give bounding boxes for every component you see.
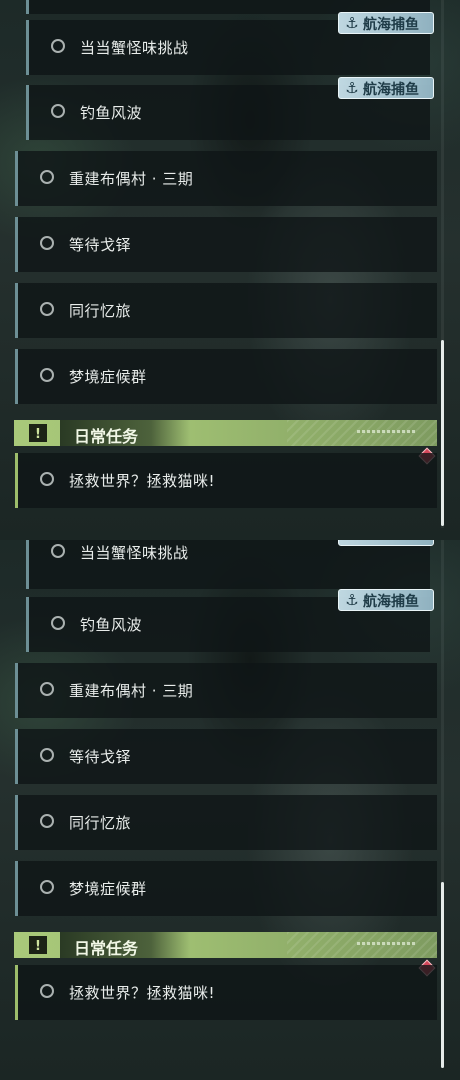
scrollbar-thumb[interactable] xyxy=(441,340,444,526)
quest-status-circle-icon xyxy=(40,984,54,998)
quest-status-circle-icon xyxy=(51,616,65,630)
quest-status-circle-icon xyxy=(40,682,54,696)
quest-item[interactable]: 等待戈铎 xyxy=(15,729,437,784)
quest-tag-badge: ⚓ 航海捕鱼 xyxy=(338,589,434,611)
quest-item[interactable]: 同行忆旅 xyxy=(15,795,437,850)
quest-status-circle-icon xyxy=(51,39,65,53)
quest-label: 同行忆旅 xyxy=(69,302,132,320)
quest-item[interactable]: 拯救世界？拯救猫咪! xyxy=(15,453,437,508)
quest-status-circle-icon xyxy=(40,880,54,894)
quest-label: 钓鱼风波 xyxy=(80,616,143,634)
header-stripe-decoration xyxy=(287,420,437,446)
quest-item[interactable]: 当当蟹怪味挑战 xyxy=(26,540,430,589)
quest-status-circle-icon xyxy=(51,544,65,558)
fishing-hook-icon: ⚓ xyxy=(345,79,359,97)
header-fine-print-decoration xyxy=(357,942,415,945)
quest-label: 当当蟹怪味挑战 xyxy=(80,544,189,562)
quest-item[interactable]: 梦境症候群 xyxy=(15,349,437,404)
quest-item[interactable]: 同行忆旅 xyxy=(15,283,437,338)
exclamation-icon: ! xyxy=(29,424,47,442)
quest-label: 钓鱼风波 xyxy=(80,104,143,122)
quest-status-circle-icon xyxy=(51,104,65,118)
daily-quest-section-header[interactable]: ! 日常任务 xyxy=(14,420,437,446)
quest-list-panel-bottom: 当当蟹怪味挑战 钓鱼风波 ⚓ 航海捕鱼 重建布偶村 · 三期 等待戈铎 同行忆旅… xyxy=(0,540,460,1080)
header-stripe-decoration xyxy=(287,932,437,958)
fishing-hook-icon: ⚓ xyxy=(345,14,359,32)
quest-label: 等待戈铎 xyxy=(69,236,132,254)
quest-label: 重建布偶村 · 三期 xyxy=(69,170,194,188)
quest-label: 梦境症候群 xyxy=(69,368,147,386)
quest-tag-label: 航海捕鱼 xyxy=(363,17,419,33)
quest-label: 同行忆旅 xyxy=(69,814,132,832)
quest-status-circle-icon xyxy=(40,170,54,184)
fishing-hook-icon: ⚓ xyxy=(345,591,359,609)
quest-tag-badge: ⚓ 航海捕鱼 xyxy=(338,77,434,99)
quest-label: 当当蟹怪味挑战 xyxy=(80,39,189,57)
quest-tag-label: 航海捕鱼 xyxy=(363,594,419,610)
quest-label: 梦境症候群 xyxy=(69,880,147,898)
quest-tag-label: 航海捕鱼 xyxy=(363,82,419,98)
quest-item[interactable]: 梦境症候群 xyxy=(15,861,437,916)
quest-label: 等待戈铎 xyxy=(69,748,132,766)
quest-item[interactable]: 重建布偶村 · 三期 xyxy=(15,151,437,206)
quest-status-circle-icon xyxy=(40,814,54,828)
section-title: 日常任务 xyxy=(74,427,139,446)
quest-status-circle-icon xyxy=(40,472,54,486)
header-fine-print-decoration xyxy=(357,430,415,433)
scrollbar-thumb[interactable] xyxy=(441,882,444,1068)
quest-item[interactable]: 重建布偶村 · 三期 xyxy=(15,663,437,718)
quest-tag-badge-partial xyxy=(338,540,434,546)
quest-status-circle-icon xyxy=(40,368,54,382)
quest-status-circle-icon xyxy=(40,302,54,316)
quest-item[interactable]: 等待戈铎 xyxy=(15,217,437,272)
quest-label: 拯救世界？拯救猫咪! xyxy=(69,984,216,1002)
daily-quest-section-header[interactable]: ! 日常任务 xyxy=(14,932,437,958)
quest-status-circle-icon xyxy=(40,236,54,250)
quest-item[interactable]: 拯救世界？拯救猫咪! xyxy=(15,965,437,1020)
quest-tag-badge: ⚓ 航海捕鱼 xyxy=(338,12,434,34)
quest-list-panel-top: 当当蟹怪味挑战 ⚓ 航海捕鱼 钓鱼风波 ⚓ 航海捕鱼 重建布偶村 · 三期 等待… xyxy=(0,0,460,540)
exclamation-icon: ! xyxy=(29,936,47,954)
quest-status-circle-icon xyxy=(40,748,54,762)
quest-label: 重建布偶村 · 三期 xyxy=(69,682,194,700)
quest-label: 拯救世界？拯救猫咪! xyxy=(69,472,216,490)
section-title: 日常任务 xyxy=(74,939,139,958)
